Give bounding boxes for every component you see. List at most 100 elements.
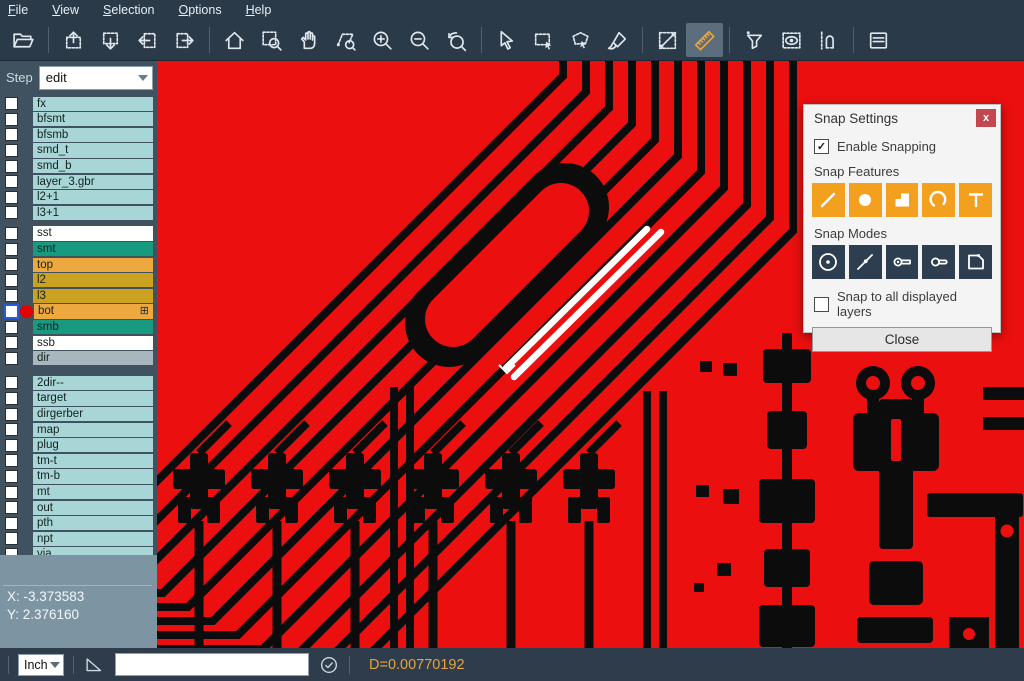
snap-feature-arc-button[interactable] [922, 183, 955, 217]
layer-visibility-checkbox[interactable] [5, 227, 18, 240]
step-dropdown[interactable]: edit [39, 66, 153, 90]
layer-visibility-checkbox[interactable] [5, 128, 18, 141]
snap-feature-line-button[interactable] [812, 183, 845, 217]
layer-row-fx[interactable]: fx [0, 96, 157, 112]
layer-row-map[interactable]: map [0, 422, 157, 438]
layer-visibility-checkbox[interactable] [5, 113, 18, 126]
layer-row-l3[interactable]: l3 [0, 288, 157, 304]
layer-visibility-checkbox[interactable] [5, 439, 18, 452]
snap-mode-closest-point-button[interactable] [849, 245, 882, 279]
layer-row-bot[interactable]: bot⊞ [0, 304, 157, 320]
layer-row-l3+1[interactable]: l3+1 [0, 205, 157, 221]
menu-options[interactable]: Options [178, 3, 221, 17]
measure-line-button[interactable] [649, 23, 686, 57]
menu-view[interactable]: View [52, 3, 79, 17]
select-rectangle-button[interactable] [525, 23, 562, 57]
pcb-canvas[interactable]: Snap Settings x ✓ Enable Snapping Snap F… [157, 61, 1024, 648]
layer-row-npt[interactable]: npt [0, 531, 157, 547]
layer-visibility-checkbox[interactable] [5, 191, 18, 204]
layer-row-target[interactable]: target [0, 391, 157, 407]
filter-button[interactable] [736, 23, 773, 57]
layer-visibility-checkbox[interactable] [5, 470, 18, 483]
zoom-out-button[interactable] [401, 23, 438, 57]
enable-snapping-checkbox[interactable]: ✓ [814, 139, 829, 154]
layer-row-plug[interactable]: plug [0, 437, 157, 453]
layer-row-pth[interactable]: pth [0, 515, 157, 531]
layer-row-ssb[interactable]: ssb [0, 335, 157, 351]
zoom-in-button[interactable] [364, 23, 401, 57]
layer-visibility-checkbox[interactable] [5, 274, 18, 287]
layer-visibility-checkbox[interactable] [5, 392, 18, 405]
layer-row-l2[interactable]: l2 [0, 273, 157, 289]
layer-visibility-checkbox[interactable] [5, 243, 18, 256]
layer-visibility-checkbox[interactable] [5, 486, 18, 499]
layer-visibility-checkbox[interactable] [5, 160, 18, 173]
layer-row-smb[interactable]: smb [0, 319, 157, 335]
snap-status-icon[interactable] [318, 654, 340, 676]
select-pointer-button[interactable] [488, 23, 525, 57]
scroll-up-button[interactable] [55, 23, 92, 57]
layer-visibility-checkbox[interactable] [5, 175, 18, 188]
layer-row-out[interactable]: out [0, 500, 157, 516]
layer-visibility-checkbox[interactable] [5, 336, 18, 349]
layer-visibility-checkbox[interactable] [5, 144, 18, 157]
highlight-brush-button[interactable] [599, 23, 636, 57]
layer-visibility-checkbox[interactable] [5, 376, 18, 389]
open-file-button[interactable] [5, 23, 42, 57]
snap-mode-pad-entry-button[interactable] [886, 245, 919, 279]
home-view-button[interactable] [216, 23, 253, 57]
layer-row-smt[interactable]: smt [0, 241, 157, 257]
snap-mode-pad-exit-button[interactable] [922, 245, 955, 279]
layer-row-dirgerber[interactable]: dirgerber [0, 406, 157, 422]
menu-file[interactable]: File [8, 3, 28, 17]
unit-dropdown[interactable]: Inch [18, 654, 64, 676]
layer-row-l2+1[interactable]: l2+1 [0, 190, 157, 206]
scroll-left-button[interactable] [129, 23, 166, 57]
layer-row-smd_b[interactable]: smd_b [0, 158, 157, 174]
measure-ruler-button[interactable] [686, 23, 723, 57]
snap-feature-text-button[interactable] [959, 183, 992, 217]
layer-visibility-checkbox[interactable] [5, 517, 18, 530]
snap-magnet-button[interactable] [810, 23, 847, 57]
layer-row-dir[interactable]: dir [0, 351, 157, 367]
layer-visibility-checkbox[interactable] [5, 454, 18, 467]
scroll-down-button[interactable] [92, 23, 129, 57]
snap-feature-surface-button[interactable] [886, 183, 919, 217]
layer-row-smd_t[interactable]: smd_t [0, 143, 157, 159]
layer-visibility-checkbox[interactable] [5, 258, 18, 271]
layer-form-button[interactable] [860, 23, 897, 57]
scroll-right-button[interactable] [166, 23, 203, 57]
dialog-close-button[interactable]: x [976, 109, 996, 127]
snap-feature-pad-button[interactable] [849, 183, 882, 217]
select-polygon-button[interactable] [562, 23, 599, 57]
snap-mode-corner-button[interactable] [959, 245, 992, 279]
menu-selection[interactable]: Selection [103, 3, 154, 17]
zoom-window-button[interactable] [253, 23, 290, 57]
layer-visibility-checkbox[interactable] [4, 304, 19, 319]
dialog-title-bar[interactable]: Snap Settings x [804, 105, 1000, 131]
layer-row-layer_3.gbr[interactable]: layer_3.gbr [0, 174, 157, 190]
pan-hand-button[interactable] [290, 23, 327, 57]
close-button[interactable]: Close [812, 327, 992, 352]
layer-row-bfsmt[interactable]: bfsmt [0, 112, 157, 128]
zoom-previous-button[interactable] [438, 23, 475, 57]
layer-row-tm-t[interactable]: tm-t [0, 453, 157, 469]
layer-visibility-checkbox[interactable] [5, 289, 18, 302]
menu-help[interactable]: Help [246, 3, 272, 17]
layer-visibility-checkbox[interactable] [5, 352, 18, 365]
layer-row-mt[interactable]: mt [0, 484, 157, 500]
layer-row-bfsmb[interactable]: bfsmb [0, 127, 157, 143]
measure-input[interactable] [115, 653, 309, 676]
layer-row-top[interactable]: top [0, 257, 157, 273]
layer-visibility-checkbox[interactable] [5, 532, 18, 545]
zoom-selection-button[interactable] [327, 23, 364, 57]
layer-row-2dir--[interactable]: 2dir-- [0, 375, 157, 391]
layer-visibility-checkbox[interactable] [5, 206, 18, 219]
all-layers-checkbox[interactable] [814, 297, 829, 312]
layer-visibility-checkbox[interactable] [5, 423, 18, 436]
layer-visibility-checkbox[interactable] [5, 321, 18, 334]
angle-measure-icon[interactable] [83, 654, 105, 676]
layer-visibility-checkbox[interactable] [5, 501, 18, 514]
layer-visibility-checkbox[interactable] [5, 408, 18, 421]
layer-row-tm-b[interactable]: tm-b [0, 469, 157, 485]
